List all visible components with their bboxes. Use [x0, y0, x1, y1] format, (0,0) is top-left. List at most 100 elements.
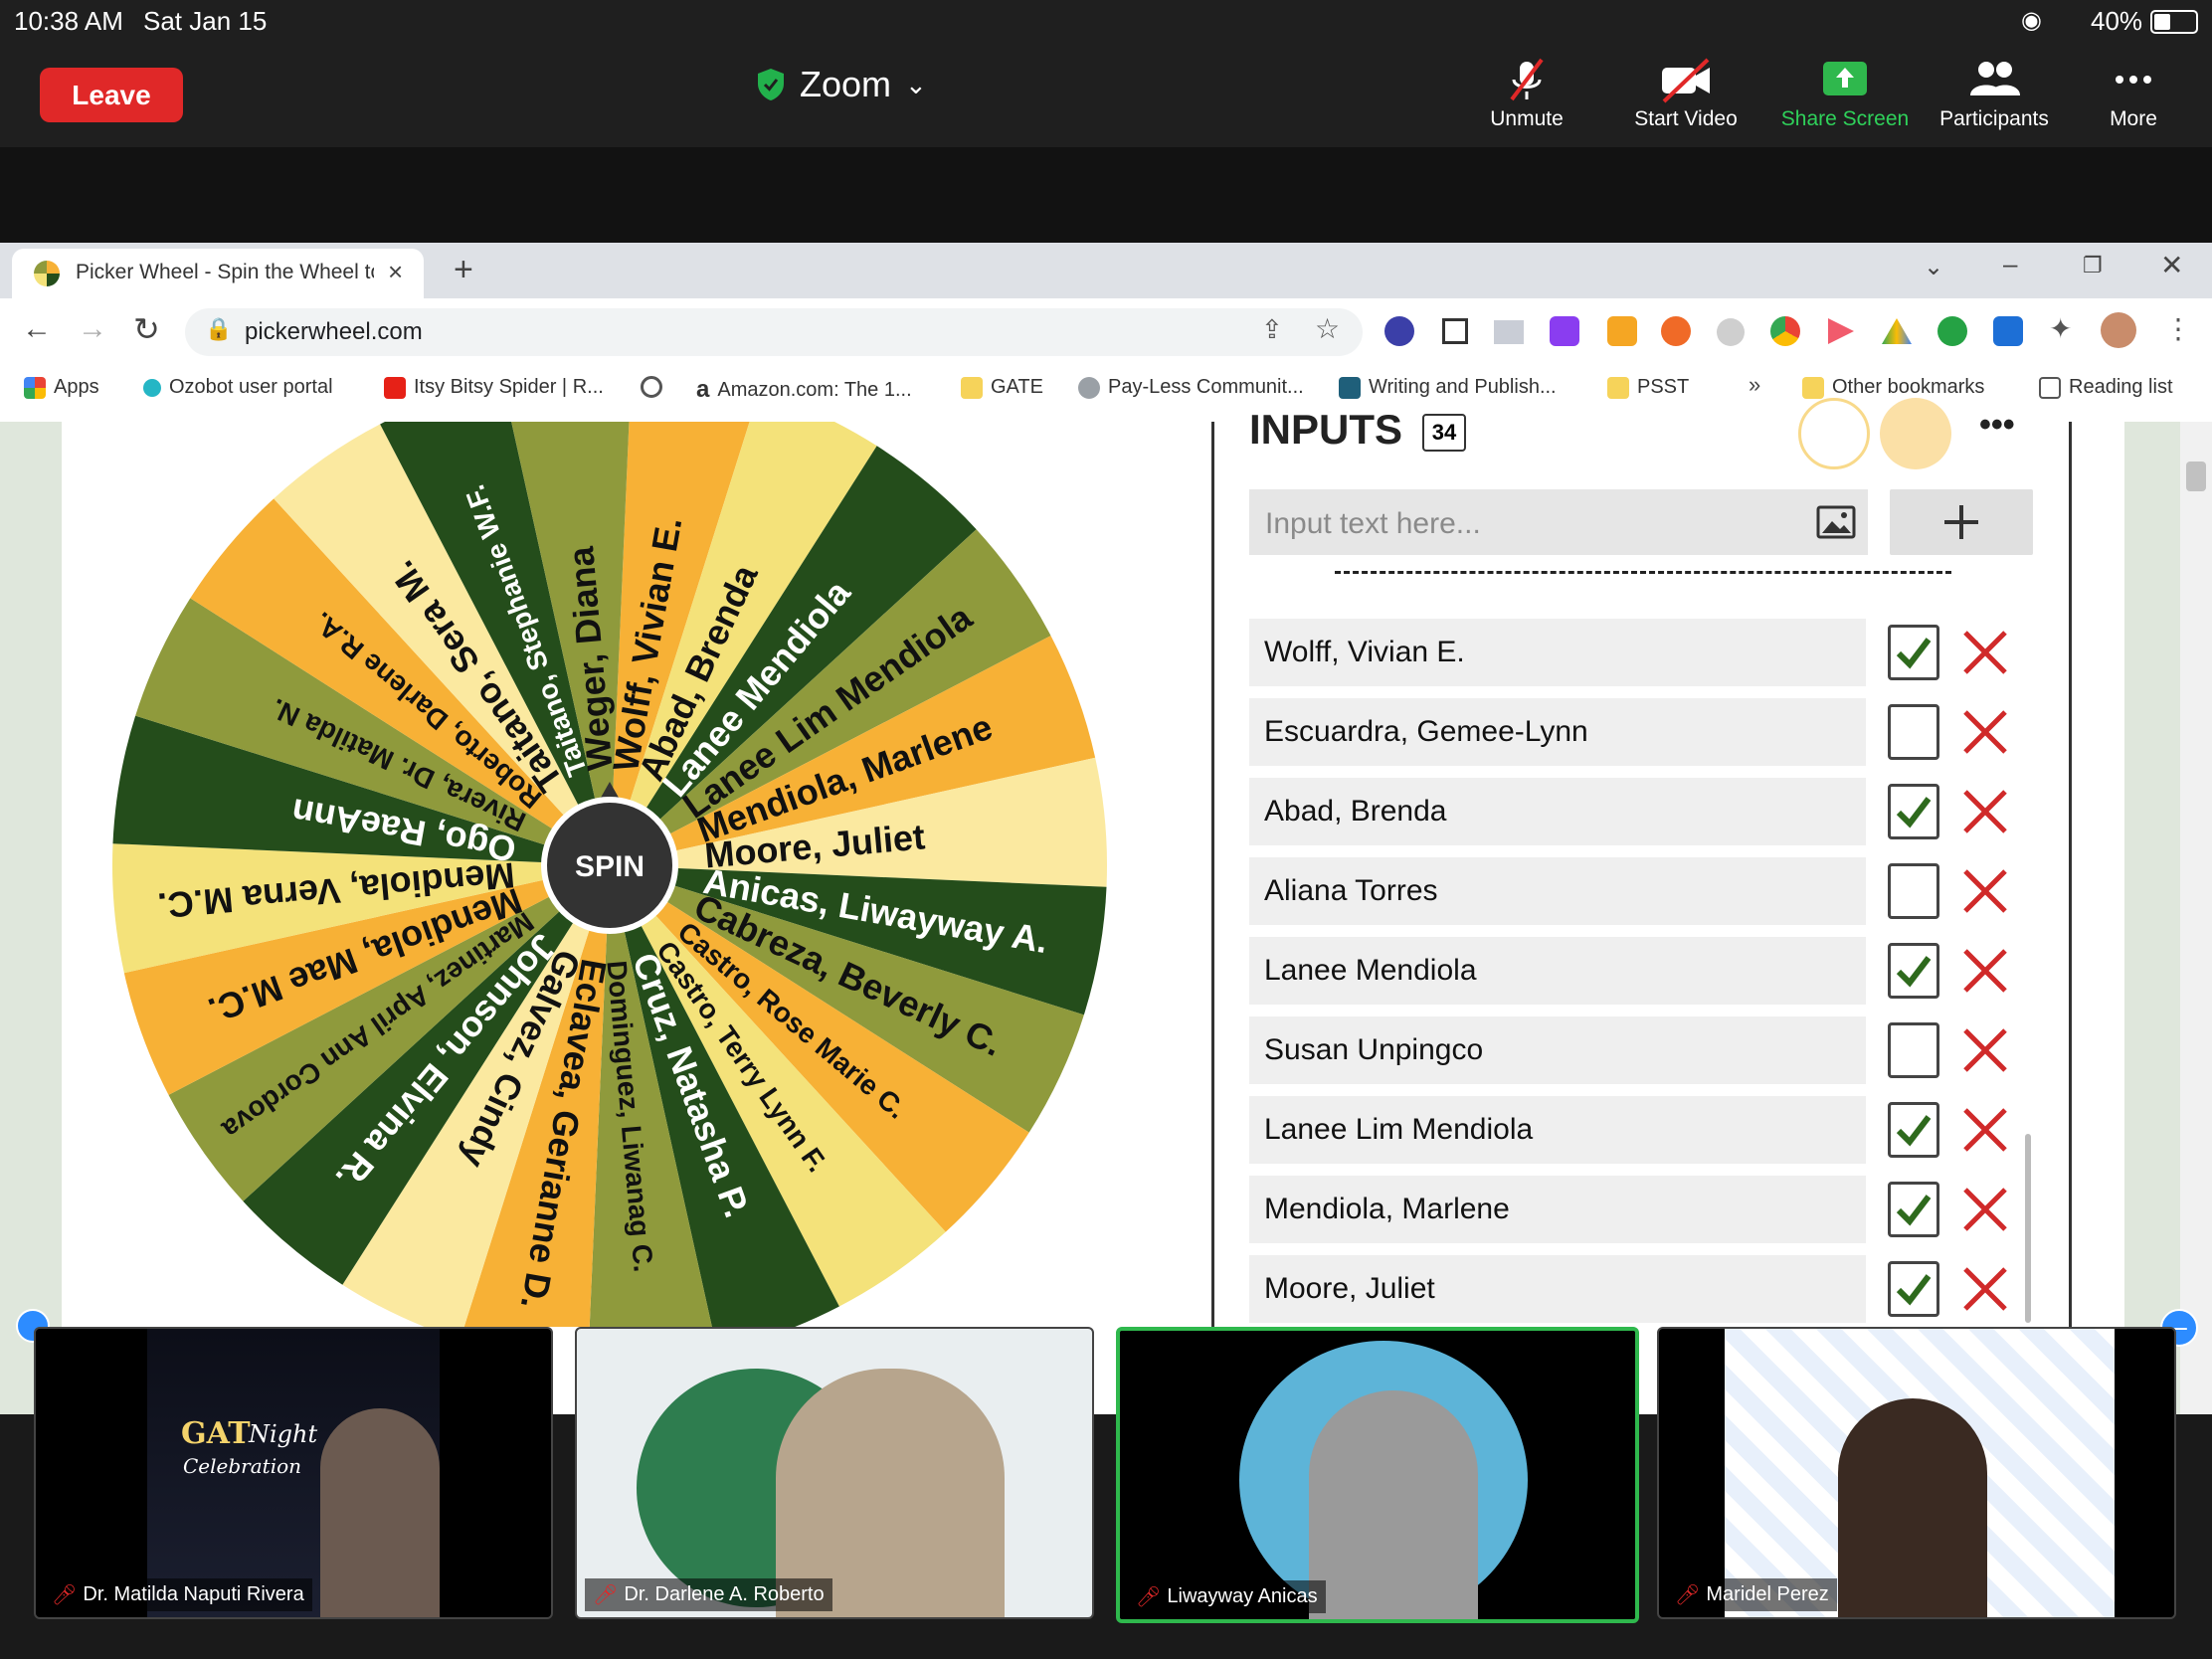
input-entry-row[interactable]: Aliana Torres [1249, 857, 1866, 925]
bookmark-writing[interactable]: Writing and Publish... [1339, 376, 1557, 399]
share-screen-button[interactable]: Share Screen [1770, 56, 1920, 135]
input-entry-row[interactable]: Wolff, Vivian E. [1249, 619, 1866, 686]
bookmark-itsy-bitsy-label: Itsy Bitsy Spider | R... [414, 376, 604, 398]
extension-party-icon[interactable] [1607, 316, 1637, 346]
reading-list[interactable]: Reading list [2039, 376, 2173, 399]
extension-k-icon[interactable] [1384, 316, 1414, 346]
entry-checkbox[interactable] [1888, 943, 1939, 999]
extension-chat-icon[interactable] [1937, 316, 1967, 346]
panel-more-icon[interactable]: ••• [1979, 406, 2015, 445]
star-icon[interactable]: ☆ [1315, 312, 1340, 345]
bookmark-amazon[interactable]: a Amazon.com: The 1... [696, 376, 912, 404]
tab-search-chevron-icon[interactable]: ⌄ [1924, 253, 1943, 281]
participant-tile[interactable]: 🎤︎ Maridel Perez [1657, 1327, 2176, 1619]
bookmark-ozobot[interactable]: Ozobot user portal [143, 376, 333, 399]
input-text-field[interactable] [1263, 501, 1804, 547]
input-entry-row[interactable]: Lanee Mendiola [1249, 937, 1866, 1005]
profile-avatar[interactable] [2101, 312, 2136, 348]
input-entry-row[interactable]: Moore, Juliet [1249, 1255, 1866, 1323]
input-entry-name: Lanee Lim Mendiola [1264, 1113, 1534, 1146]
input-entry-row[interactable]: Escuardra, Gemee-Lynn [1249, 698, 1866, 766]
tab-close-icon[interactable]: × [388, 257, 403, 287]
new-tab-icon[interactable]: + [454, 251, 473, 289]
back-icon[interactable]: ← [22, 312, 52, 346]
remove-entry-icon[interactable] [1957, 943, 2013, 999]
extension-plus-icon[interactable] [1661, 316, 1691, 346]
remove-entry-icon[interactable] [1957, 1022, 2013, 1078]
bookmark-psst[interactable]: PSST [1607, 376, 1689, 399]
input-entry-row[interactable]: Mendiola, Marlene [1249, 1176, 1866, 1243]
chevron-down-icon: ⌄ [905, 69, 927, 99]
checkmark-icon [1896, 797, 1932, 829]
input-entry-name: Moore, Juliet [1264, 1272, 1435, 1305]
battery-percent: 40% [2091, 6, 2143, 36]
entry-checkbox[interactable] [1888, 1022, 1939, 1078]
extension-reader-icon[interactable] [1494, 320, 1524, 344]
remove-entry-icon[interactable] [1957, 625, 2013, 680]
entry-checkbox[interactable] [1888, 863, 1939, 919]
entry-checkbox[interactable] [1888, 1102, 1939, 1158]
remove-entry-icon[interactable] [1957, 784, 2013, 839]
remove-entry-icon[interactable] [1957, 1261, 2013, 1317]
bookmark-other[interactable]: Other bookmarks [1802, 376, 1984, 399]
bookmark-apps[interactable]: Apps [24, 376, 99, 399]
reading-list-label: Reading list [2069, 376, 2173, 398]
participant-tile-active-speaker[interactable]: 🎤︎ Liwayway Anicas [1116, 1327, 1639, 1623]
participants-button[interactable]: Participants [1920, 56, 2069, 135]
unmute-button[interactable]: Unmute [1452, 56, 1601, 135]
input-entry-row[interactable]: Abad, Brenda [1249, 778, 1866, 845]
extensions-puzzle-icon[interactable]: ✦ [2049, 312, 2072, 345]
forward-icon[interactable]: → [78, 312, 107, 346]
tab-favicon-icon [34, 261, 60, 286]
page-scroll-thumb[interactable] [2186, 461, 2206, 491]
meeting-title[interactable]: Zoom ⌄ [756, 64, 927, 105]
entry-checkbox[interactable] [1888, 1261, 1939, 1317]
browser-menu-icon[interactable]: ⋮ [2164, 312, 2192, 345]
bookmarks-overflow-icon[interactable]: » [1749, 372, 1760, 398]
extension-grid-icon[interactable] [1442, 318, 1468, 344]
extension-gray-icon[interactable] [1717, 318, 1745, 346]
participant-tile[interactable]: GAT Night Celebration 🎤︎ Dr. Matilda Napu… [34, 1327, 553, 1619]
view-mode-icon[interactable] [1798, 398, 1870, 469]
checkmark-icon [1896, 1115, 1932, 1147]
leave-button[interactable]: Leave [40, 68, 183, 122]
start-video-button[interactable]: Start Video [1611, 56, 1760, 135]
checkmark-icon [1896, 1195, 1932, 1226]
remove-entry-icon[interactable] [1957, 1102, 2013, 1158]
list-scrollbar[interactable] [2025, 1134, 2031, 1323]
remove-entry-icon[interactable] [1957, 863, 2013, 919]
page-scrollbar[interactable] [2180, 422, 2212, 1414]
extension-b-icon[interactable] [1550, 316, 1579, 346]
image-upload-icon[interactable] [1816, 505, 1856, 539]
mic-muted-icon: 🎤︎ [593, 1584, 619, 1606]
checkmark-icon [1896, 1274, 1932, 1306]
input-entry-row[interactable]: Susan Unpingco [1249, 1016, 1866, 1084]
input-entry-row[interactable]: Lanee Lim Mendiola [1249, 1096, 1866, 1164]
close-window-icon[interactable]: ✕ [2160, 249, 2183, 281]
bookmark-writing-label: Writing and Publish... [1369, 376, 1557, 398]
minimize-icon[interactable]: – [2003, 249, 2017, 279]
extension-chrome-icon[interactable] [1770, 316, 1800, 346]
bookmark-itsy-bitsy[interactable]: Itsy Bitsy Spider | R... [384, 376, 604, 399]
participant-video [320, 1408, 440, 1617]
list-mode-icon[interactable] [1880, 398, 1951, 469]
remove-entry-icon[interactable] [1957, 704, 2013, 760]
restore-icon[interactable]: ❐ [2083, 253, 2103, 278]
picker-wheel[interactable]: Wolff, Vivian E.Abad, BrendaLanee Mendio… [109, 422, 1114, 1327]
participant-tile[interactable]: 🎤︎ Dr. Darlene A. Roberto [575, 1327, 1094, 1619]
entry-checkbox[interactable] [1888, 1182, 1939, 1237]
bookmark-gate[interactable]: GATE [961, 376, 1043, 399]
entry-checkbox[interactable] [1888, 625, 1939, 680]
reload-icon[interactable]: ↻ [133, 310, 160, 348]
share-icon[interactable]: ⇪ [1261, 314, 1283, 345]
bookmark-payless[interactable]: Pay-Less Communit... [1078, 376, 1304, 399]
entry-checkbox[interactable] [1888, 784, 1939, 839]
participant-name-tag: 🎤︎ Dr. Darlene A. Roberto [585, 1578, 832, 1611]
entry-checkbox[interactable] [1888, 704, 1939, 760]
bookmark-globe[interactable] [641, 376, 662, 398]
add-entry-button[interactable] [1890, 489, 2033, 555]
more-button[interactable]: More [2059, 56, 2208, 135]
participant-name: Liwayway Anicas [1167, 1585, 1318, 1607]
remove-entry-icon[interactable] [1957, 1182, 2013, 1237]
extension-s-icon[interactable] [1993, 316, 2023, 346]
